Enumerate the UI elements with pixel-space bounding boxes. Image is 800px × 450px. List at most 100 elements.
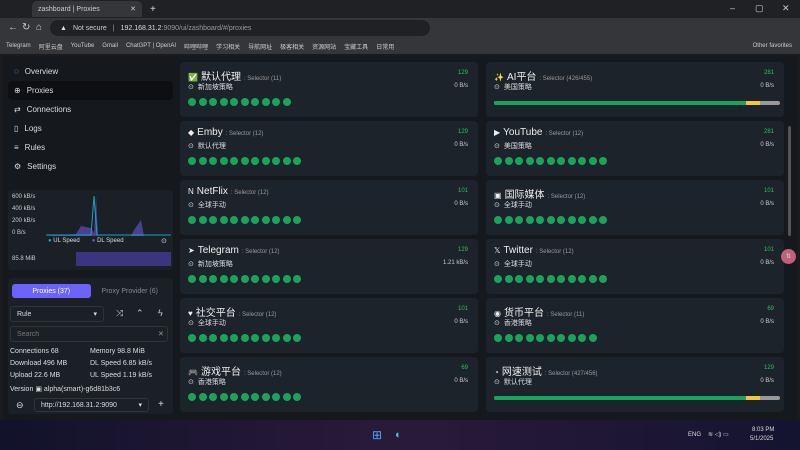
- new-tab-button[interactable]: +: [150, 4, 156, 15]
- proxy-node-dot[interactable]: [515, 216, 523, 224]
- proxy-node-dot[interactable]: [240, 157, 249, 165]
- proxy-node-dot[interactable]: [525, 275, 534, 283]
- proxy-node-dot[interactable]: [494, 157, 502, 165]
- proxy-node-dot[interactable]: [515, 334, 523, 342]
- proxy-node-dot[interactable]: [198, 216, 207, 224]
- proxy-node-dot[interactable]: [198, 157, 207, 165]
- proxy-node-dot[interactable]: [599, 157, 607, 165]
- proxy-group-card[interactable]: ◔ 网速测试: Selector (427/456) 129 ⊙ 默认代理 0 B/s: [486, 357, 784, 412]
- proxy-node-dot[interactable]: [219, 98, 228, 106]
- proxy-node-dot[interactable]: [251, 157, 259, 165]
- latency-badge[interactable]: 129: [458, 247, 468, 253]
- bookmark-item[interactable]: ChatGPT | OpenAI: [126, 43, 176, 49]
- legend-ul[interactable]: ● UL Speed: [48, 238, 80, 244]
- proxy-node-dot[interactable]: [599, 216, 607, 224]
- proxy-node-dot[interactable]: [251, 393, 259, 401]
- proxy-node-dot[interactable]: [188, 393, 196, 401]
- proxy-node-dot[interactable]: [209, 157, 217, 165]
- proxy-node-dot[interactable]: [546, 275, 555, 283]
- proxy-node-dot[interactable]: [504, 216, 513, 224]
- other-favorites[interactable]: Other favorites: [753, 43, 792, 49]
- bookmark-item[interactable]: 日常用: [376, 42, 394, 51]
- latency-badge[interactable]: 281: [764, 129, 774, 135]
- proxy-node-dot[interactable]: [209, 275, 217, 283]
- latency-test-icon[interactable]: ⊙: [188, 260, 194, 268]
- url-bar[interactable]: ▲ Not secure | 192.168.31.2:9090/ui/zashboa…: [50, 20, 430, 36]
- latency-test-icon[interactable]: ⊙: [494, 83, 500, 91]
- sidebar-item-overview[interactable]: ◌ Overview: [8, 62, 173, 81]
- latency-test-icon[interactable]: ⊙: [188, 142, 194, 150]
- proxy-node-dot[interactable]: [230, 157, 238, 165]
- sidebar-item-logs[interactable]: ▯ Logs: [8, 119, 173, 138]
- proxy-node-dot[interactable]: [261, 334, 270, 342]
- proxy-node-dot[interactable]: [282, 393, 291, 401]
- proxy-group-card[interactable]: 🎮 游戏平台: Selector (12) 69 ⊙ 香港策略 0 B/s: [180, 357, 478, 429]
- bookmark-item[interactable]: 导航网址: [248, 42, 272, 51]
- proxy-group-card[interactable]: ➤ Telegram: Selector (12) 129 ⊙ 新加坡策略 1.21 kB…: [180, 239, 478, 311]
- bookmark-item[interactable]: 资源网站: [312, 42, 336, 51]
- proxy-group-card[interactable]: ✨ AI平台: Selector (426/455) 281 ⊙ 美国策略 0 B/s: [486, 62, 784, 117]
- proxy-node-dot[interactable]: [240, 98, 249, 106]
- proxy-node-dot[interactable]: [525, 334, 534, 342]
- proxy-node-dot[interactable]: [219, 157, 228, 165]
- latency-badge[interactable]: 101: [458, 188, 468, 194]
- proxy-node-dot[interactable]: [494, 334, 502, 342]
- proxy-node-dot[interactable]: [272, 98, 280, 106]
- home-icon[interactable]: ⌂: [36, 22, 42, 33]
- proxy-node-dot[interactable]: [198, 334, 207, 342]
- latency-badge[interactable]: 101: [458, 306, 468, 312]
- sidebar-item-proxies[interactable]: ⊕ Proxies: [8, 81, 173, 100]
- proxy-node-dot[interactable]: [219, 216, 228, 224]
- proxy-node-dot[interactable]: [578, 157, 586, 165]
- proxy-node-dot[interactable]: [198, 393, 207, 401]
- proxy-node-dot[interactable]: [293, 157, 301, 165]
- proxy-node-dot[interactable]: [578, 216, 586, 224]
- latency-test-icon[interactable]: ⊙: [188, 201, 194, 209]
- proxy-node-dot[interactable]: [282, 275, 291, 283]
- proxy-node-dot[interactable]: [272, 334, 280, 342]
- search-input[interactable]: [10, 326, 168, 342]
- proxy-node-dot[interactable]: [293, 275, 301, 283]
- proxy-node-dot[interactable]: [494, 216, 502, 224]
- proxy-node-dot[interactable]: [293, 393, 301, 401]
- wifi-volume-battery-icon[interactable]: ≋ ◁) ▭: [708, 431, 729, 438]
- proxy-node-dot[interactable]: [567, 157, 576, 165]
- proxy-node-dot[interactable]: [282, 334, 291, 342]
- proxy-node-dot[interactable]: [261, 275, 270, 283]
- edge-icon[interactable]: ◐: [395, 429, 402, 441]
- latency-badge[interactable]: 69: [461, 365, 468, 371]
- proxy-node-dot[interactable]: [272, 157, 280, 165]
- close-window-button[interactable]: ✕: [782, 3, 790, 14]
- scrollbar[interactable]: [788, 126, 791, 236]
- bookmark-item[interactable]: Telegram: [6, 43, 31, 49]
- proxy-node-dot[interactable]: [272, 275, 280, 283]
- collapse-icon[interactable]: ⌃: [136, 308, 144, 319]
- proxy-node-dot[interactable]: [557, 334, 565, 342]
- proxy-node-dot[interactable]: [578, 334, 586, 342]
- sidebar-item-connections[interactable]: ⇄ Connections: [8, 100, 173, 119]
- proxy-node-dot[interactable]: [588, 216, 597, 224]
- proxy-node-dot[interactable]: [282, 216, 291, 224]
- maximize-button[interactable]: ▢: [755, 3, 764, 14]
- proxy-node-dot[interactable]: [525, 216, 534, 224]
- proxy-node-dot[interactable]: [219, 334, 228, 342]
- proxy-node-dot[interactable]: [188, 157, 196, 165]
- latency-badge[interactable]: 101: [764, 188, 774, 194]
- proxy-node-dot[interactable]: [557, 275, 565, 283]
- shuffle-icon[interactable]: ⤨: [116, 308, 123, 319]
- pause-icon[interactable]: ⊙: [161, 237, 167, 245]
- proxy-node-dot[interactable]: [209, 216, 217, 224]
- bookmark-item[interactable]: 哔哩哔哩: [184, 42, 208, 51]
- proxy-node-dot[interactable]: [261, 98, 270, 106]
- bookmark-item[interactable]: 学习相关: [216, 42, 240, 51]
- proxy-node-dot[interactable]: [546, 157, 555, 165]
- add-backend-button[interactable]: +: [158, 399, 164, 410]
- proxy-group-card[interactable]: ◉ 货币平台: Selector (11) 69 ⊙ 香港策略 0 B/s: [486, 298, 784, 370]
- proxy-group-card[interactable]: N NetFlix: Selector (12) 101 ⊙ 全球手动 0 B/s: [180, 180, 478, 252]
- latency-badge[interactable]: 101: [764, 247, 774, 253]
- latency-badge[interactable]: 129: [458, 70, 468, 76]
- latency-test-icon[interactable]: ⊙: [494, 142, 500, 150]
- latency-badge[interactable]: 129: [764, 365, 774, 371]
- proxy-node-dot[interactable]: [588, 157, 597, 165]
- clear-search-icon[interactable]: ✕: [158, 330, 164, 338]
